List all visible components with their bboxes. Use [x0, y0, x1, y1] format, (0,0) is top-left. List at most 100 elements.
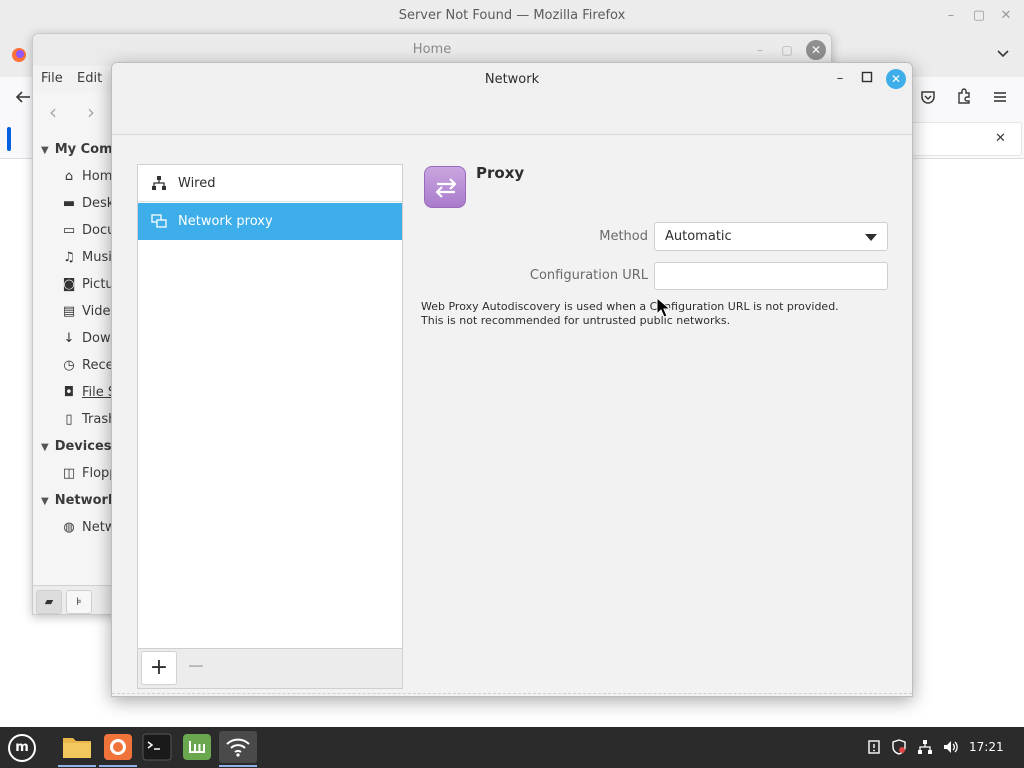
- taskbar-files[interactable]: [58, 731, 96, 767]
- firefox-titlebar: Server Not Found — Mozilla Firefox – ▢ ✕: [0, 0, 1024, 33]
- window-bottom-border: [112, 693, 912, 694]
- config-url-label: Configuration URL: [529, 268, 648, 283]
- hamburger-menu-icon[interactable]: [991, 88, 1009, 106]
- home-icon: ⌂: [64, 169, 74, 184]
- file-manager-title: Home: [412, 42, 452, 57]
- videos-icon: ▤: [62, 304, 76, 319]
- volume-tray-icon[interactable]: [942, 739, 960, 759]
- network-content: Wired Network proxy + − Proxy Method Aut…: [112, 135, 912, 696]
- show-tree-button[interactable]: ⊧: [66, 590, 92, 614]
- connection-item-wired[interactable]: Wired: [138, 165, 402, 202]
- folder-icon: ▰: [44, 595, 54, 608]
- menu-edit[interactable]: Edit: [77, 71, 102, 86]
- taskbar-network[interactable]: [219, 731, 257, 767]
- downloads-icon: ↓: [63, 331, 75, 346]
- sidebar-item-floppy[interactable]: ◫ Flopp: [61, 466, 118, 481]
- filesystem-icon: ◘: [63, 385, 75, 400]
- sidebar-item-downloads[interactable]: ↓ Dow: [61, 331, 111, 346]
- expander-icon: ▼: [41, 442, 49, 453]
- network-window: Network – ✕ Wired Network proxy + − Prox…: [111, 62, 913, 697]
- taskbar-firefox[interactable]: [99, 731, 137, 767]
- sidebar-section-my-computer[interactable]: ▼ My Comp: [41, 142, 122, 157]
- method-label: Method: [599, 229, 648, 244]
- method-value: Automatic: [665, 229, 732, 244]
- sidebar-item-desktop[interactable]: ▬ Desk: [61, 196, 114, 211]
- sidebar-section-devices[interactable]: ▼ Devices: [41, 439, 112, 454]
- expander-icon: ▼: [41, 145, 49, 156]
- taskbar: m 17:21: [0, 727, 1024, 768]
- sidebar-item-pictures[interactable]: ◙ Pictu: [61, 277, 114, 292]
- taskbar-terminal[interactable]: [138, 731, 176, 763]
- nav-forward-icon[interactable]: ›: [87, 102, 95, 122]
- network-window-title: Network: [484, 72, 540, 87]
- notice-accent: [7, 127, 11, 151]
- firefox-window-title: Server Not Found — Mozilla Firefox: [398, 8, 626, 23]
- desktop-icon: ▬: [62, 196, 76, 211]
- nav-back-icon[interactable]: ‹: [49, 102, 57, 122]
- add-connection-button[interactable]: +: [141, 651, 177, 685]
- network-maximize-button[interactable]: [859, 71, 875, 87]
- notes-tray-icon[interactable]: [866, 739, 882, 759]
- pictures-icon: ◙: [62, 277, 76, 292]
- documents-icon: ▭: [62, 223, 76, 238]
- chevron-down-icon[interactable]: [996, 49, 1010, 59]
- shield-tray-icon[interactable]: [891, 739, 907, 759]
- show-places-button[interactable]: ▰: [36, 590, 62, 614]
- floppy-icon: ◫: [62, 466, 76, 481]
- proxy-list-icon: [150, 213, 168, 231]
- sidebar-section-network[interactable]: ▼ Network: [41, 493, 117, 508]
- extensions-icon[interactable]: [955, 87, 973, 105]
- tree-icon: ⊧: [76, 595, 82, 608]
- mint-menu-icon[interactable]: m: [8, 734, 36, 762]
- dropdown-arrow-icon: [865, 234, 877, 241]
- sidebar-item-filesystem[interactable]: ◘ File S: [61, 385, 116, 400]
- sidebar-item-music[interactable]: ♫ Musi: [61, 250, 112, 265]
- folder-icon: [63, 738, 91, 758]
- file-manager-close-button[interactable]: ✕: [806, 40, 826, 60]
- network-tray-icon[interactable]: [917, 739, 933, 759]
- firefox-icon: [104, 734, 132, 760]
- method-select[interactable]: Automatic: [654, 222, 888, 251]
- firefox-maximize-button[interactable]: ▢: [972, 9, 986, 23]
- network-minimize-button[interactable]: –: [832, 71, 848, 87]
- file-manager-minimize-button[interactable]: –: [753, 43, 767, 57]
- notice-strip: ✕: [908, 122, 1022, 156]
- places-sidebar: ▼ My Comp ⌂ Home ▬ Desk ▭ Docu ♫ Musi ◙ Pictu …: [33, 134, 122, 582]
- wifi-icon: [226, 738, 250, 757]
- sidebar-item-videos[interactable]: ▤ Vide: [61, 304, 111, 319]
- sidebar-item-documents[interactable]: ▭ Docu: [61, 223, 116, 238]
- taskbar-update-manager[interactable]: [178, 731, 216, 763]
- sidebar-item-recent[interactable]: ◷ Rece: [61, 358, 113, 373]
- firefox-close-button[interactable]: ✕: [999, 9, 1013, 23]
- remove-connection-button[interactable]: −: [178, 651, 214, 685]
- connection-list: Wired Network proxy: [137, 164, 403, 649]
- running-indicator: [58, 765, 96, 767]
- connection-item-network-proxy[interactable]: Network proxy: [138, 203, 402, 240]
- trash-icon: ▯: [65, 412, 73, 427]
- clock[interactable]: 17:21: [969, 740, 1004, 754]
- sidebar-item-trash[interactable]: ▯ Trash: [61, 412, 116, 427]
- proxy-title: Proxy: [476, 164, 525, 182]
- terminal-icon: [142, 733, 172, 761]
- back-arrow-icon[interactable]: [14, 88, 32, 106]
- sidebar-item-network[interactable]: ◍ Netw: [61, 520, 115, 535]
- connection-list-toolbar: + −: [137, 649, 403, 689]
- mint-update-icon: [183, 734, 211, 760]
- menu-file[interactable]: File: [41, 71, 63, 86]
- firefox-minimize-button[interactable]: –: [944, 9, 958, 23]
- config-url-input[interactable]: [654, 262, 888, 290]
- music-icon: ♫: [63, 250, 75, 265]
- mouse-cursor-icon: [656, 297, 672, 318]
- recent-icon: ◷: [63, 358, 75, 373]
- running-indicator: [219, 765, 257, 767]
- proxy-help-text: Web Proxy Autodiscovery is used when a C…: [421, 300, 839, 327]
- network-titlebar: Network – ✕: [112, 63, 912, 135]
- pocket-icon[interactable]: [919, 88, 937, 106]
- file-manager-maximize-button[interactable]: ▢: [780, 43, 794, 57]
- expander-icon: ▼: [41, 496, 49, 507]
- notice-close-icon[interactable]: ✕: [995, 131, 1006, 146]
- maximize-icon: [861, 71, 873, 83]
- running-indicator: [99, 765, 137, 767]
- network-close-button[interactable]: ✕: [886, 69, 906, 89]
- wired-icon: [150, 175, 168, 193]
